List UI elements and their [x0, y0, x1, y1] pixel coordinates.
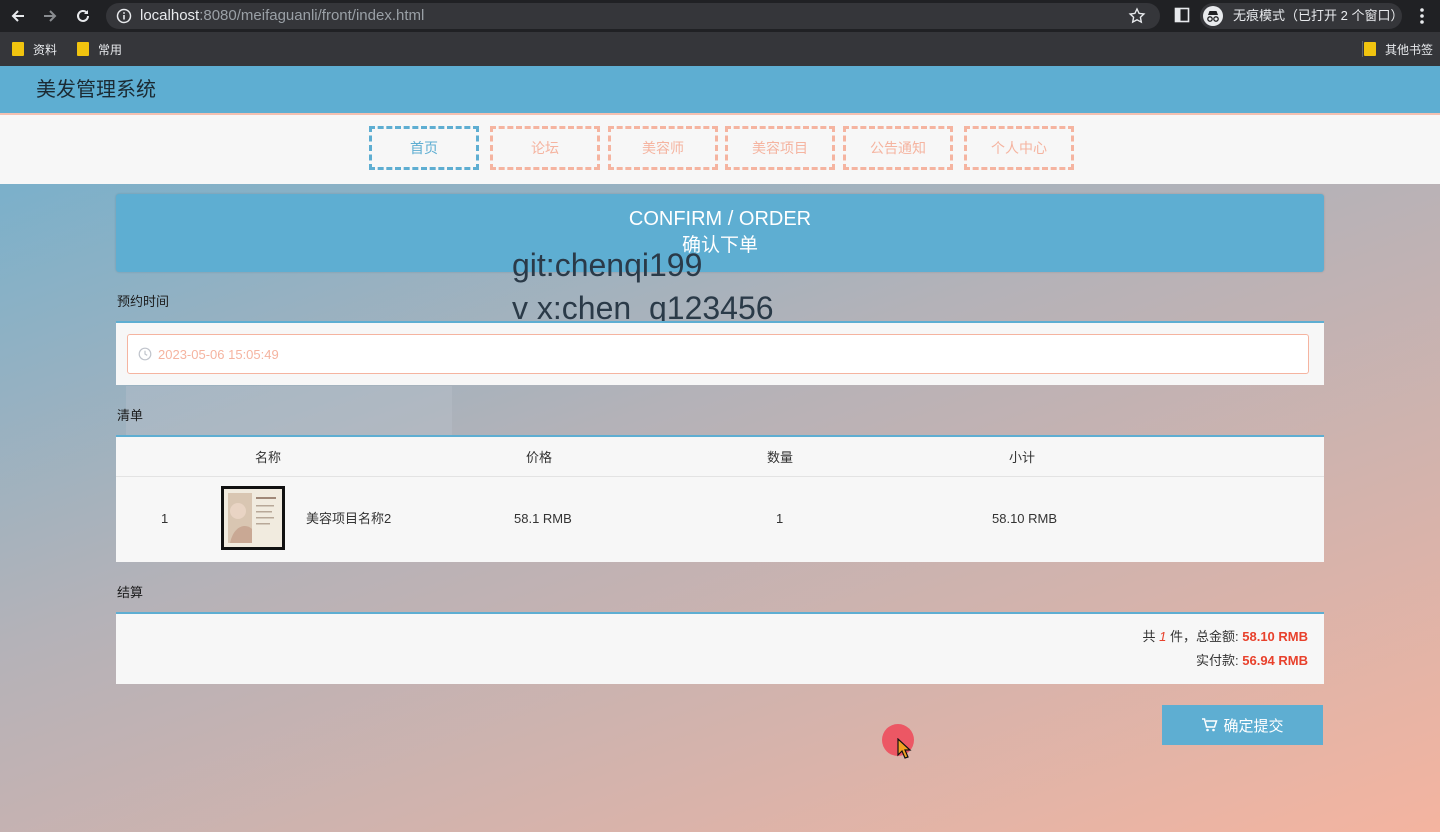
banner-title-cn: 确认下单 — [681, 235, 758, 256]
nav-personal-center[interactable]: 个人中心 — [964, 126, 1074, 170]
order-list-table: 名称 价格 数量 小计 1 美容项目名称2 58.1 RMB 1 58.10 R… — [116, 435, 1324, 562]
incognito-label: 无痕模式（已打开 2 个窗口） — [1233, 8, 1404, 23]
row-qty: 1 — [776, 511, 784, 526]
checkout-label: 结算 — [117, 585, 144, 600]
folder-icon — [1364, 42, 1376, 56]
total-amount: 58.10 RMB — [1242, 629, 1308, 644]
submit-order-button[interactable]: 确定提交 — [1162, 705, 1323, 745]
nav-beautician[interactable]: 美容师 — [608, 126, 718, 170]
nav-beauty-items[interactable]: 美容项目 — [725, 126, 835, 170]
table-row: 1 美容项目名称2 58.1 RMB 1 58.10 RMB — [116, 477, 1324, 561]
total-mid: 件，总金额: — [1170, 629, 1239, 644]
incognito-indicator[interactable]: 无痕模式（已打开 2 个窗口） — [1200, 3, 1404, 29]
bookmark-folder-changyong[interactable]: 常用 — [77, 41, 122, 57]
col-price: 价格 — [525, 450, 553, 465]
url-text: localhost:8080/meifaguanli/front/index.h… — [140, 8, 424, 24]
item-count: 1 — [1159, 629, 1167, 644]
col-name: 名称 — [254, 450, 282, 465]
main-nav: 首页 论坛 美容师 美容项目 公告通知 个人中心 — [0, 113, 1440, 184]
total-prefix: 共 — [1142, 629, 1156, 644]
total-line: 共 1 件，总金额: 58.10 RMB — [1143, 629, 1309, 645]
bookmark-star-icon[interactable] — [1128, 7, 1146, 25]
col-subtotal: 小计 — [1008, 450, 1036, 465]
appointment-time-field[interactable] — [127, 334, 1309, 374]
appointment-panel — [116, 321, 1324, 385]
site-header: 美发管理系统 — [0, 66, 1440, 113]
incognito-icon — [1203, 6, 1223, 26]
folder-icon — [12, 42, 24, 56]
bookmark-label: 资料 — [33, 42, 58, 57]
url-path: :8080/meifaguanli/front/index.html — [199, 7, 425, 24]
product-thumbnail[interactable] — [221, 486, 285, 550]
table-header: 名称 价格 数量 小计 — [116, 437, 1324, 477]
appointment-time-input[interactable] — [158, 347, 558, 363]
row-price: 58.1 RMB — [514, 511, 572, 526]
bookmark-label: 常用 — [98, 42, 123, 57]
url-host: localhost — [140, 7, 200, 24]
browser-toolbar: localhost:8080/meifaguanli/front/index.h… — [0, 0, 1440, 32]
address-bar[interactable]: localhost:8080/meifaguanli/front/index.h… — [106, 3, 1160, 29]
cart-icon — [1202, 718, 1219, 732]
actual-amount: 56.94 RMB — [1242, 653, 1308, 668]
site-title: 美发管理系统 — [36, 79, 156, 101]
back-icon[interactable] — [6, 4, 30, 28]
bookmark-separator — [1362, 41, 1363, 57]
page-body: 美发管理系统 首页 论坛 美容师 美容项目 公告通知 个人中心 CONFIRM … — [0, 66, 1440, 832]
nav-notices[interactable]: 公告通知 — [843, 126, 953, 170]
forward-icon[interactable] — [38, 4, 62, 28]
clock-icon — [138, 347, 152, 361]
info-icon[interactable] — [116, 8, 132, 24]
nav-forum[interactable]: 论坛 — [490, 126, 600, 170]
more-menu-icon[interactable] — [1414, 6, 1430, 26]
folder-icon — [77, 42, 89, 56]
row-name: 美容项目名称2 — [306, 511, 392, 526]
bookmark-folder-other[interactable]: 其他书签 — [1364, 41, 1433, 57]
bookmark-label: 其他书签 — [1385, 42, 1434, 57]
nav-home[interactable]: 首页 — [369, 126, 479, 170]
row-subtotal: 58.10 RMB — [992, 511, 1058, 526]
submit-label: 确定提交 — [1223, 717, 1284, 735]
appointment-label: 预约时间 — [117, 294, 170, 309]
actual-label: 实付款: — [1196, 653, 1239, 668]
page-banner: CONFIRM / ORDER 确认下单 — [116, 194, 1324, 272]
watermark-git: git:chenqi199 — [512, 247, 703, 283]
row-index: 1 — [161, 511, 169, 526]
bookmark-folder-ziliao[interactable]: 资料 — [12, 41, 57, 57]
mouse-cursor-icon — [897, 738, 912, 759]
col-qty: 数量 — [766, 450, 794, 465]
list-label: 清单 — [117, 408, 144, 423]
actual-line: 实付款: 56.94 RMB — [1196, 653, 1308, 669]
reload-icon[interactable] — [71, 4, 95, 28]
banner-title-en: CONFIRM / ORDER — [628, 208, 812, 230]
ghost-overlay — [126, 386, 452, 442]
bookmarks-bar: 资料 常用 其他书签 — [0, 32, 1440, 66]
checkout-panel: 共 1 件，总金额: 58.10 RMB 实付款: 56.94 RMB — [116, 612, 1324, 684]
side-panel-icon[interactable] — [1174, 7, 1190, 23]
